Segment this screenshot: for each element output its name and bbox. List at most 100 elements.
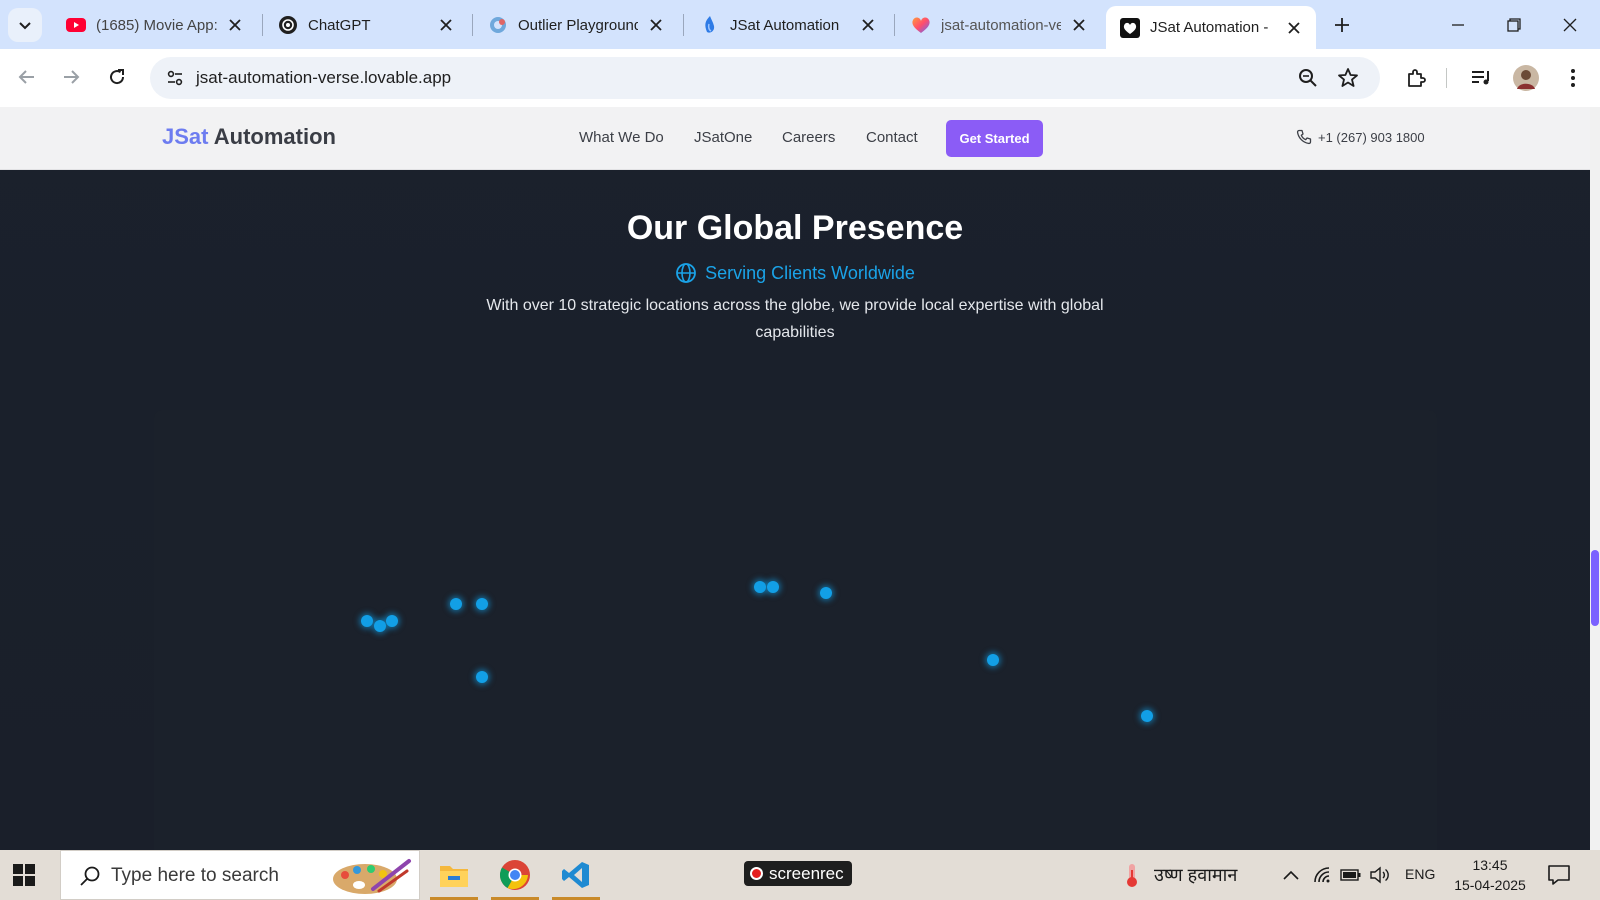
new-tab-button[interactable] [1327, 10, 1357, 40]
site-logo[interactable]: JSat Automation [162, 124, 336, 150]
taskbar-search-input[interactable] [111, 863, 311, 889]
extensions-icon[interactable] [1402, 64, 1430, 92]
vscode-icon [562, 862, 589, 888]
phone-icon [1296, 129, 1312, 145]
page-scrollbar[interactable] [1590, 107, 1600, 850]
site-header: JSat Automation What We Do JSatOne Caree… [0, 107, 1590, 170]
close-window-button[interactable] [1542, 0, 1598, 49]
taskbar-search[interactable] [60, 850, 420, 900]
close-icon[interactable] [225, 15, 245, 35]
location-dot[interactable] [476, 598, 488, 610]
tab-jsat-automation[interactable]: JSat Automation [686, 6, 890, 44]
tab-jsat-automation-verse[interactable]: jsat-automation-ve [897, 6, 1101, 44]
taskbar-file-explorer[interactable] [428, 850, 480, 900]
system-clock[interactable]: 13:45 15-04-2025 [1448, 855, 1532, 895]
show-hidden-icons-chevron-up-icon[interactable] [1280, 864, 1302, 886]
get-started-button[interactable]: Get Started [946, 120, 1043, 157]
wifi-icon[interactable] [1312, 864, 1334, 886]
location-dot[interactable] [450, 598, 462, 610]
location-dot[interactable] [476, 671, 488, 683]
screenrec-indicator[interactable]: screenrec [744, 861, 852, 886]
location-dot[interactable] [374, 620, 386, 632]
weather-text: उष्ण हवामान [1154, 865, 1238, 885]
back-button[interactable] [9, 59, 45, 95]
taskbar-chrome[interactable] [489, 850, 541, 900]
screenrec-label: screenrec [769, 863, 844, 883]
scrollbar-thumb[interactable] [1591, 550, 1599, 626]
tab-title: (1685) Movie App: [96, 16, 217, 34]
close-icon[interactable] [436, 15, 456, 35]
close-icon[interactable] [858, 15, 878, 35]
nav-link-careers[interactable]: Careers [782, 129, 835, 146]
volume-icon[interactable] [1368, 864, 1390, 886]
close-icon[interactable] [1069, 15, 1089, 35]
location-dot[interactable] [767, 581, 779, 593]
language-indicator[interactable]: ENG [1405, 866, 1435, 882]
arrow-left-icon [18, 70, 34, 84]
weather-widget[interactable]: उष्ण हवामान [1122, 862, 1237, 888]
tab-separator [683, 14, 684, 36]
nav-link-jsatone[interactable]: JSatOne [694, 129, 752, 146]
restore-icon [1507, 17, 1521, 32]
address-bar[interactable]: jsat-automation-verse.lovable.app [150, 57, 1380, 99]
close-icon[interactable] [646, 15, 666, 35]
world-map-panel [154, 410, 1437, 850]
record-icon [750, 867, 763, 880]
tab-title: Outlier Playground [518, 16, 638, 34]
reload-button[interactable] [99, 59, 135, 95]
zoom-icon[interactable] [1296, 66, 1320, 90]
windows-start-icon[interactable] [12, 863, 36, 887]
chatgpt-icon [278, 15, 298, 35]
lovable-heart-icon [911, 15, 931, 35]
location-dot[interactable] [987, 654, 999, 666]
close-icon[interactable] [1284, 18, 1304, 38]
taskbar-vscode[interactable] [550, 850, 602, 900]
subtitle-text: Serving Clients Worldwide [705, 262, 915, 283]
chrome-icon [499, 860, 530, 890]
youtube-icon [66, 15, 86, 35]
search-icon [80, 866, 100, 886]
location-dot[interactable] [1141, 710, 1153, 722]
page-viewport: JSat Automation What We Do JSatOne Caree… [0, 107, 1590, 850]
phone-contact[interactable]: +1 (267) 903 1800 [1296, 129, 1425, 145]
logo-text: Automation [208, 124, 336, 149]
tab-jsat-automation-active[interactable]: JSat Automation - [1106, 6, 1316, 49]
tab-search-button[interactable] [8, 8, 42, 42]
heart-icon [1120, 17, 1140, 38]
logo-accent-text: JSat [162, 124, 209, 149]
notification-center-icon[interactable] [1546, 862, 1572, 888]
location-dot[interactable] [386, 615, 398, 627]
tab-youtube[interactable]: (1685) Movie App: [52, 6, 257, 44]
minimize-icon [1452, 23, 1464, 26]
tab-title: JSat Automation - [1150, 19, 1269, 36]
tab-title: ChatGPT [308, 16, 371, 34]
nav-link-contact[interactable]: Contact [866, 129, 918, 146]
url-text[interactable]: jsat-automation-verse.lovable.app [196, 68, 451, 88]
paint-palette-icon [333, 859, 411, 894]
tab-outlier[interactable]: Outlier Playground [474, 6, 678, 44]
site-info-icon[interactable] [160, 63, 190, 93]
restore-button[interactable] [1486, 0, 1542, 49]
file-explorer-icon [440, 866, 468, 887]
tab-chatgpt[interactable]: ChatGPT [264, 6, 468, 44]
chevron-down-icon [19, 22, 31, 30]
menu-kebab-icon[interactable] [1559, 64, 1587, 92]
close-icon [1563, 18, 1577, 31]
globe-icon [676, 263, 697, 283]
media-controls-icon[interactable] [1467, 64, 1495, 92]
avatar[interactable] [1512, 64, 1540, 92]
toolbar-separator [1446, 68, 1447, 88]
forward-button[interactable] [53, 59, 89, 95]
nav-link-what-we-do[interactable]: What We Do [579, 129, 664, 146]
browser-toolbar: jsat-automation-verse.lovable.app [0, 49, 1600, 107]
section-subtitle: Serving Clients Worldwide [0, 262, 1590, 284]
tab-separator [472, 14, 473, 36]
bookmark-star-icon[interactable] [1336, 66, 1360, 90]
minimize-button[interactable] [1430, 0, 1486, 49]
phone-number: +1 (267) 903 1800 [1318, 129, 1425, 145]
battery-icon[interactable] [1340, 864, 1362, 886]
location-dot[interactable] [820, 587, 832, 599]
section-description: With over 10 strategic locations across … [486, 297, 1104, 341]
location-dot[interactable] [361, 615, 373, 627]
location-dot[interactable] [754, 581, 766, 593]
